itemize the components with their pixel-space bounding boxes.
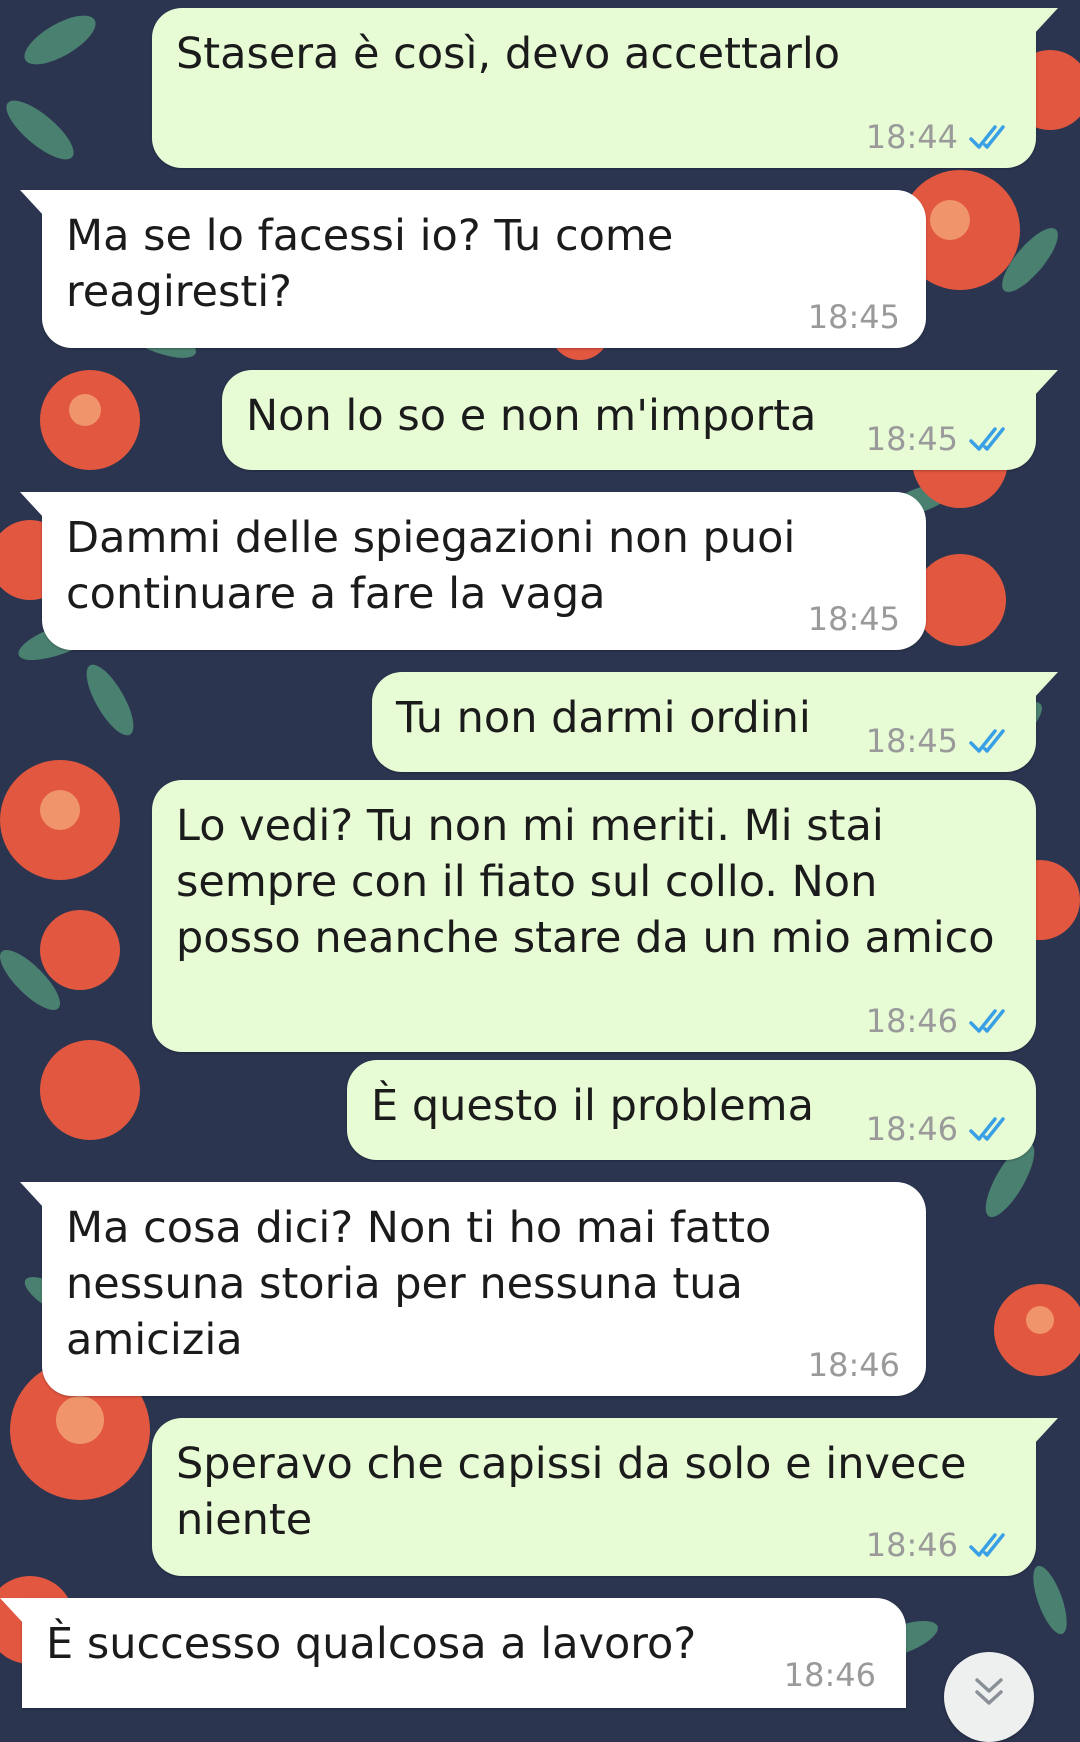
message-bubble-incoming[interactable]: È successo qualcosa a lavoro? 18:46 [0,1598,906,1708]
message-text: Stasera è così, devo accettarlo [176,29,841,79]
message-text: Dammi delle spiegazioni non puoi continu… [66,513,796,619]
message-text: Speravo che capissi da solo e invece nie… [176,1439,967,1545]
message-text: Ma se lo facessi io? Tu come reagiresti? [66,211,674,317]
message-text: Tu non darmi ordini [396,693,811,743]
read-ticks-icon [969,427,1005,451]
message-bubble-incoming[interactable]: Dammi delle spiegazioni non puoi continu… [20,492,926,650]
message-bubble-outgoing[interactable]: Lo vedi? Tu non mi meriti. Mi stai sempr… [152,780,1036,1052]
message-text: È successo qualcosa a lavoro? [46,1619,697,1669]
bubble-tail [1034,672,1058,698]
message-time: 18:45 [807,298,900,336]
bubble-tail [20,190,44,216]
message-time: 18:45 [865,722,958,760]
message-meta: 18:44 [866,118,1012,156]
message-meta: 18:45 [808,298,900,336]
read-ticks-icon [969,729,1005,753]
message-meta: 18:46 [808,1346,900,1384]
message-bubble-outgoing[interactable]: Stasera è così, devo accettarlo 18:44 [152,8,1058,168]
bubble-tail [1034,8,1058,34]
scroll-to-bottom-button[interactable] [944,1652,1034,1742]
bubble-tail [1034,370,1058,396]
message-bubble-outgoing[interactable]: Non lo so e non m'importa 18:45 [222,370,1058,470]
message-time: 18:46 [865,1526,958,1564]
read-ticks-icon [969,1533,1005,1557]
message-bubble-outgoing[interactable]: È questo il problema 18:46 [347,1060,1036,1160]
bubble-tail [0,1598,24,1624]
message-meta: 18:45 [866,722,1012,760]
message-bubble-outgoing[interactable]: Speravo che capissi da solo e invece nie… [152,1418,1058,1576]
message-time: 18:45 [865,420,958,458]
message-text: Ma cosa dici? Non ti ho mai fatto nessun… [66,1203,772,1365]
message-meta: 18:46 [866,1110,1012,1148]
message-time: 18:46 [865,1110,958,1148]
message-time: 18:44 [865,118,958,156]
message-meta: 18:46 [866,1526,1012,1564]
message-meta: 18:46 [784,1656,876,1694]
bubble-tail [20,492,44,518]
message-meta: 18:45 [866,420,1012,458]
message-text: È questo il problema [371,1081,814,1131]
message-time: 18:45 [807,600,900,638]
message-time: 18:46 [783,1656,876,1694]
read-ticks-icon [969,1117,1005,1141]
message-time: 18:46 [865,1002,958,1040]
bubble-tail [1034,1418,1058,1444]
message-text: Non lo so e non m'importa [246,391,817,441]
message-bubble-incoming[interactable]: Ma cosa dici? Non ti ho mai fatto nessun… [20,1182,926,1396]
double-chevron-down-icon [975,1678,1003,1705]
message-time: 18:46 [807,1346,900,1384]
message-text: Lo vedi? Tu non mi meriti. Mi stai sempr… [176,801,995,963]
message-bubble-incoming[interactable]: Ma se lo facessi io? Tu come reagiresti?… [20,190,926,348]
message-bubble-outgoing[interactable]: Tu non darmi ordini 18:45 [372,672,1058,772]
read-ticks-icon [969,125,1005,149]
read-ticks-icon [969,1009,1005,1033]
message-meta: 18:45 [808,600,900,638]
bubble-tail [20,1182,44,1208]
message-meta: 18:46 [866,1002,1012,1040]
